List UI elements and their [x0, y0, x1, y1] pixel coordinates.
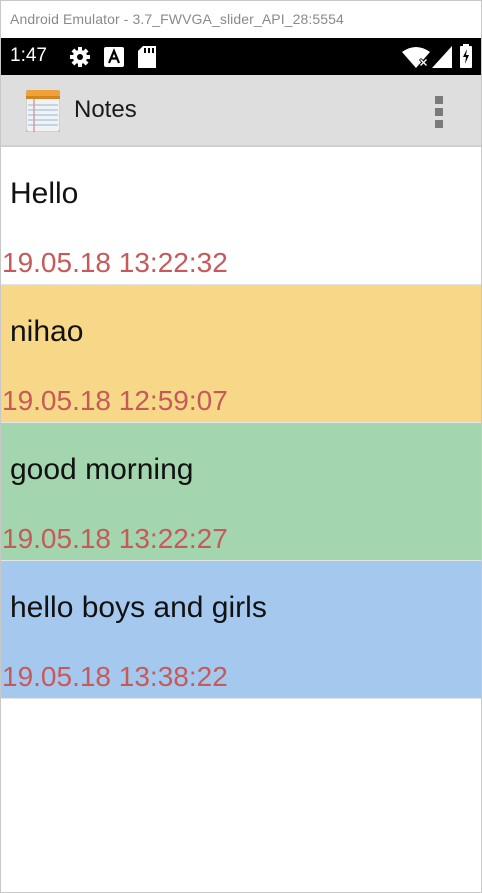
- note-item[interactable]: nihao 19.05.18 12:59:07: [1, 285, 481, 423]
- cell-signal-icon: [432, 46, 452, 72]
- notepad-icon: [25, 89, 61, 133]
- note-timestamp: 19.05.18 12:59:07: [2, 385, 228, 416]
- battery-icon: [460, 44, 472, 72]
- status-bar: 1:47: [1, 38, 481, 75]
- wifi-icon: [402, 46, 430, 72]
- overflow-menu-icon[interactable]: [429, 94, 449, 128]
- note-item[interactable]: hello boys and girls 19.05.18 13:38:22: [1, 561, 481, 699]
- note-title: hello boys and girls: [10, 591, 267, 624]
- note-title: nihao: [10, 315, 84, 348]
- note-title: Hello: [10, 177, 79, 210]
- note-item[interactable]: good morning 19.05.18 13:22:27: [1, 423, 481, 561]
- note-timestamp: 19.05.18 13:22:27: [2, 523, 228, 554]
- emulator-frame: Android Emulator - 3.7_FWVGA_slider_API_…: [0, 0, 482, 893]
- emulator-title: Android Emulator - 3.7_FWVGA_slider_API_…: [10, 11, 344, 27]
- note-list: Hello 19.05.18 13:22:32 nihao 19.05.18 1…: [1, 147, 481, 699]
- note-timestamp: 19.05.18 13:38:22: [2, 661, 228, 692]
- font-a-icon: [104, 47, 124, 71]
- note-title: good morning: [10, 453, 194, 486]
- sd-card-icon: [138, 46, 156, 72]
- note-item[interactable]: Hello 19.05.18 13:22:32: [1, 147, 481, 285]
- settings-gear-icon: [69, 46, 91, 72]
- note-timestamp: 19.05.18 13:22:32: [2, 247, 228, 278]
- app-title: Notes: [74, 96, 137, 123]
- emulator-title-bar: Android Emulator - 3.7_FWVGA_slider_API_…: [1, 1, 481, 38]
- status-time: 1:47: [10, 45, 47, 66]
- app-bar: Notes: [1, 75, 481, 147]
